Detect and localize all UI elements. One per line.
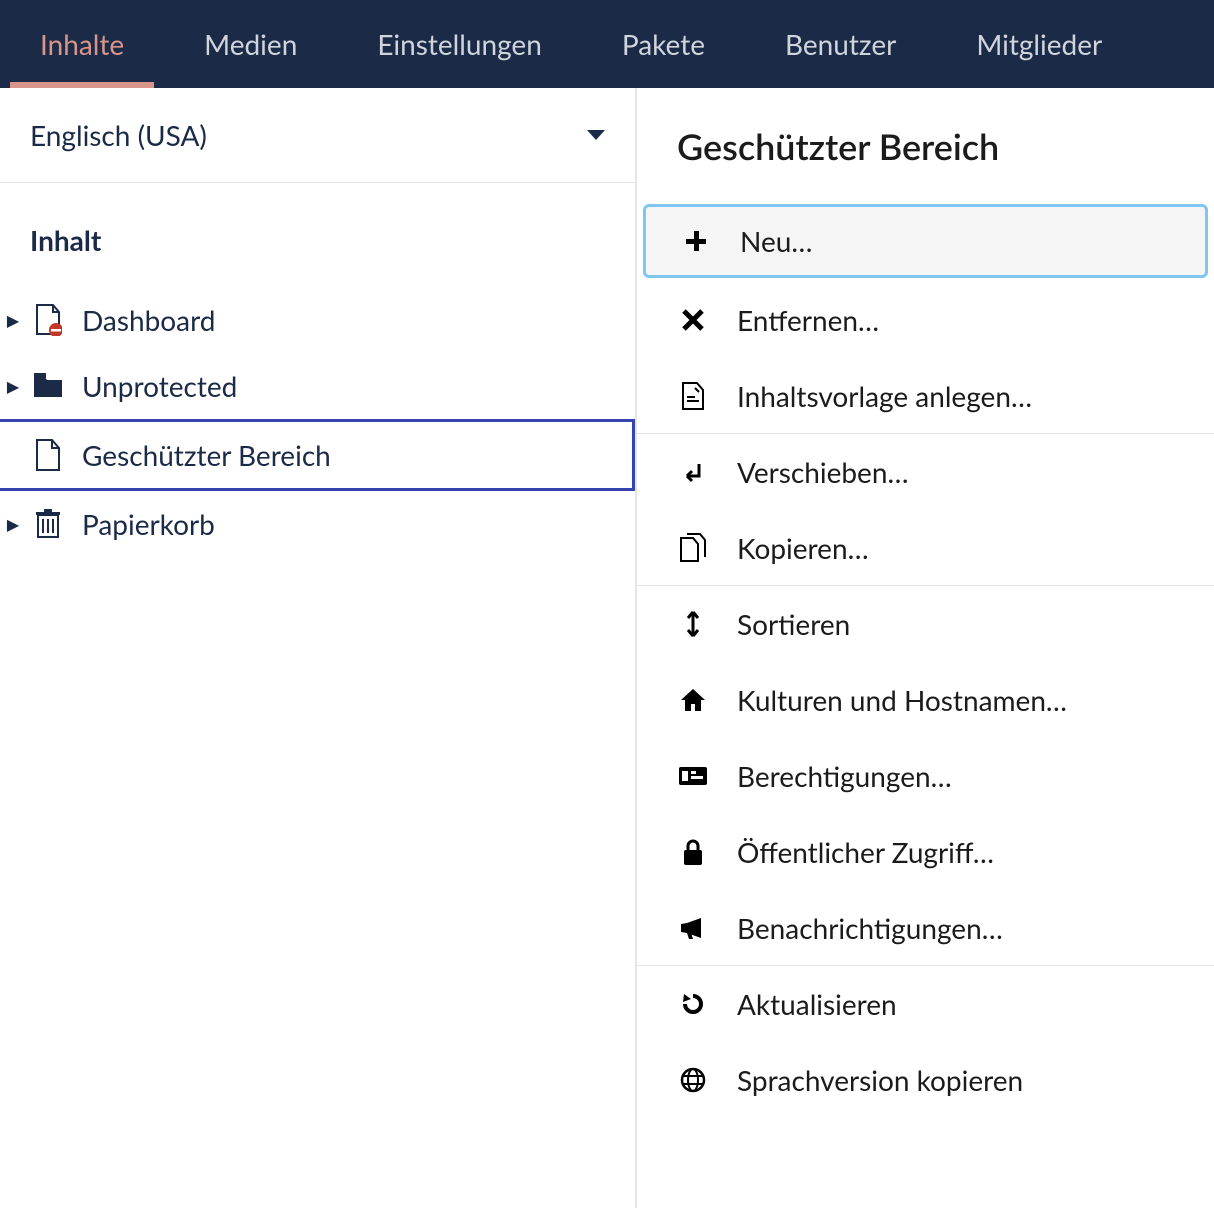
nav-pakete[interactable]: Pakete	[582, 0, 745, 88]
ctx-item-label: Inhaltsvorlage anlegen…	[737, 379, 1032, 413]
ctx-item-label: Sprachversion kopieren	[737, 1063, 1023, 1097]
nav-inhalte[interactable]: Inhalte	[0, 0, 164, 88]
sort-icon	[677, 608, 709, 640]
ctx-cultures-hostnames[interactable]: Kulturen und Hostnamen…	[637, 662, 1214, 738]
expand-icon[interactable]: ▶	[2, 377, 24, 396]
file-forbidden-icon	[32, 304, 64, 336]
trash-icon	[32, 508, 64, 540]
ctx-notifications[interactable]: Benachrichtigungen…	[637, 890, 1214, 966]
ctx-item-label: Kulturen und Hostnamen…	[737, 683, 1067, 717]
megaphone-icon	[677, 912, 709, 944]
plus-icon	[680, 225, 712, 257]
folder-icon	[32, 370, 64, 402]
tree-item-label: Papierkorb	[82, 507, 215, 541]
expand-icon[interactable]: ▶	[2, 515, 24, 534]
context-menu-panel: Geschützter Bereich Neu… Entfernen… Inha…	[636, 88, 1214, 1208]
top-navigation: Inhalte Medien Einstellungen Pakete Benu…	[0, 0, 1214, 88]
tree-item-dashboard[interactable]: ▶ Dashboard	[0, 287, 635, 353]
permissions-icon	[677, 760, 709, 792]
tree-item-papierkorb[interactable]: ▶ Papierkorb	[0, 491, 635, 557]
template-icon	[677, 380, 709, 412]
file-icon	[32, 439, 64, 471]
language-label: Englisch (USA)	[30, 118, 207, 152]
ctx-item-label: Öffentlicher Zugriff…	[737, 835, 994, 869]
ctx-item-label: Kopieren…	[737, 531, 869, 565]
sidebar-heading: Inhalt	[0, 183, 635, 287]
refresh-icon	[677, 988, 709, 1020]
lock-icon	[677, 836, 709, 868]
language-selector[interactable]: Englisch (USA)	[0, 88, 635, 183]
ctx-item-label: Entfernen…	[737, 303, 879, 337]
ctx-public-access[interactable]: Öffentlicher Zugriff…	[637, 814, 1214, 890]
nav-medien[interactable]: Medien	[164, 0, 337, 88]
content-tree: ▶ Dashboard ▶ Unprotected ▶ Geschützter …	[0, 287, 635, 557]
ctx-permissions[interactable]: Berechtigungen…	[637, 738, 1214, 814]
ctx-item-label: Berechtigungen…	[737, 759, 952, 793]
tree-item-label: Dashboard	[82, 303, 215, 337]
ctx-sort[interactable]: Sortieren	[637, 586, 1214, 662]
expand-icon[interactable]: ▶	[2, 311, 24, 330]
context-menu: Neu… Entfernen… Inhaltsvorlage anlegen… …	[637, 204, 1214, 1118]
tree-item-label: Geschützter Bereich	[82, 438, 331, 472]
context-title: Geschützter Bereich	[637, 88, 1214, 200]
tree-item-unprotected[interactable]: ▶ Unprotected	[0, 353, 635, 419]
ctx-item-label: Benachrichtigungen…	[737, 911, 1003, 945]
ctx-item-label: Neu…	[740, 224, 812, 258]
nav-einstellungen[interactable]: Einstellungen	[337, 0, 582, 88]
globe-icon	[677, 1064, 709, 1096]
ctx-item-label: Verschieben…	[737, 455, 908, 489]
ctx-create-template[interactable]: Inhaltsvorlage anlegen…	[637, 358, 1214, 434]
ctx-delete[interactable]: Entfernen…	[637, 282, 1214, 358]
tree-item-geschuetzter-bereich[interactable]: ▶ Geschützter Bereich	[0, 419, 635, 491]
ctx-copy-language-version[interactable]: Sprachversion kopieren	[637, 1042, 1214, 1118]
ctx-refresh[interactable]: Aktualisieren	[637, 966, 1214, 1042]
tree-item-label: Unprotected	[82, 369, 237, 403]
chevron-down-icon	[587, 130, 605, 140]
nav-benutzer[interactable]: Benutzer	[745, 0, 936, 88]
ctx-new[interactable]: Neu…	[643, 204, 1208, 278]
move-icon	[677, 456, 709, 488]
content-sidebar: Englisch (USA) Inhalt ▶ Dashboard ▶ Unpr…	[0, 88, 636, 1208]
copy-icon	[677, 532, 709, 564]
nav-mitglieder[interactable]: Mitglieder	[936, 0, 1142, 88]
ctx-copy[interactable]: Kopieren…	[637, 510, 1214, 586]
ctx-move[interactable]: Verschieben…	[637, 434, 1214, 510]
ctx-item-label: Aktualisieren	[737, 987, 897, 1021]
home-icon	[677, 684, 709, 716]
ctx-item-label: Sortieren	[737, 607, 850, 641]
close-icon	[677, 304, 709, 336]
